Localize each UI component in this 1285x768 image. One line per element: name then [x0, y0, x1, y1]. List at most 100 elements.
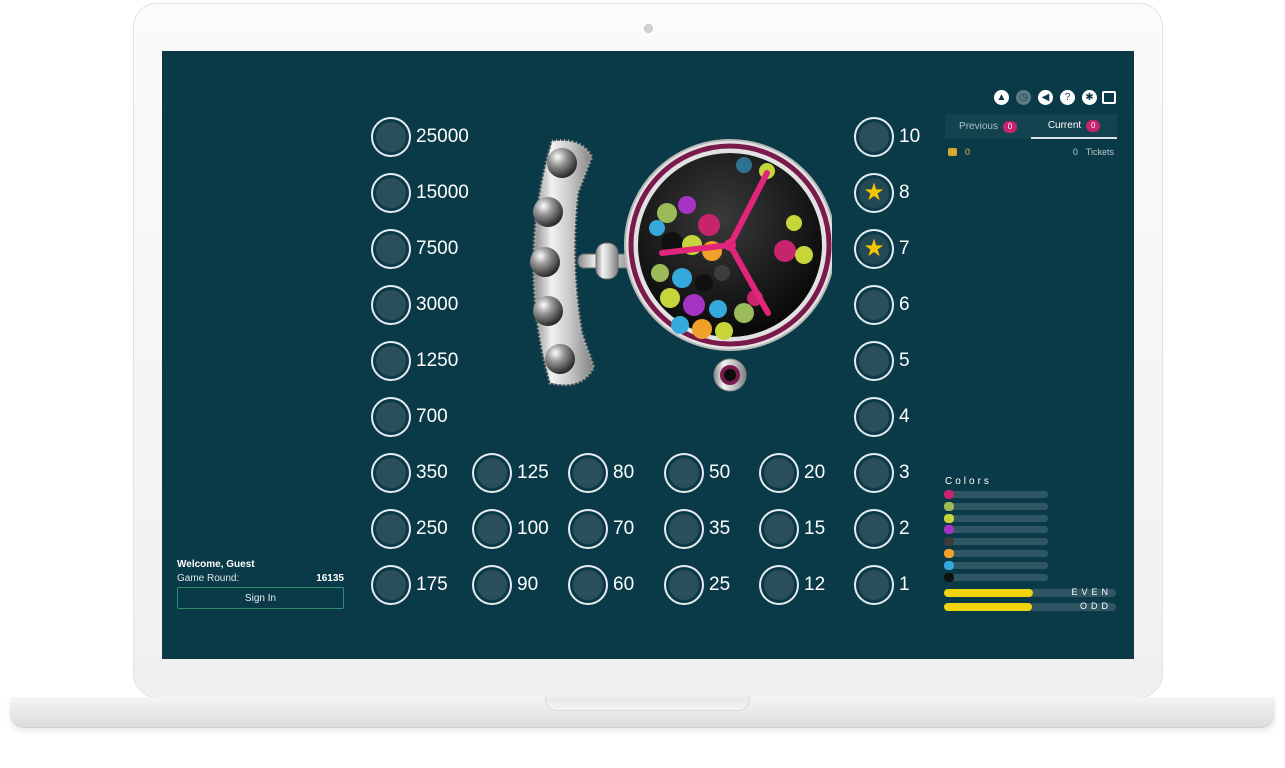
color-swatch: [944, 537, 954, 547]
prize-label: 10: [899, 126, 921, 147]
prize-cell-left-1[interactable]: 15000: [371, 171, 469, 215]
color-stat-row: [944, 560, 1048, 570]
prize-ball-slot[interactable]: [371, 509, 411, 549]
prize-cell-left-4[interactable]: 1250: [371, 339, 458, 383]
prize-ball-slot[interactable]: [759, 565, 799, 605]
prize-cell-grid-0-2[interactable]: 50: [664, 451, 730, 495]
prize-cell-grid-0-1[interactable]: 80: [568, 451, 634, 495]
prize-cell-right-7[interactable]: 2: [854, 507, 910, 551]
prize-ball-slot[interactable]: [371, 397, 411, 437]
prize-cell-grid-1-2[interactable]: 35: [664, 507, 730, 551]
prize-ball-slot[interactable]: [371, 285, 411, 325]
prize-cell-right-2[interactable]: ★ 7: [854, 227, 910, 271]
prize-cell-left-5[interactable]: 700: [371, 395, 448, 439]
current-count-badge: 0: [1086, 119, 1101, 132]
game-round-value: 16135: [316, 573, 344, 584]
prize-cell-right-3[interactable]: 6: [854, 283, 910, 327]
prize-ball-slot[interactable]: [472, 453, 512, 493]
fullscreen-icon[interactable]: [1102, 91, 1116, 104]
star-icon: ★: [863, 179, 885, 206]
odd-bar: ODD: [944, 601, 1116, 611]
prize-ball-slot[interactable]: [371, 117, 411, 157]
prize-cell-left-3[interactable]: 3000: [371, 283, 458, 327]
prize-cell-grid-2-2[interactable]: 25: [664, 563, 730, 607]
camera-icon: [644, 24, 653, 33]
prize-ball-slot[interactable]: [759, 509, 799, 549]
prize-cell-grid-0-3[interactable]: 20: [759, 451, 825, 495]
prize-ball-slot[interactable]: [854, 285, 894, 325]
color-stat-bar: [944, 538, 1048, 546]
color-swatch: [944, 560, 954, 570]
prize-cell-grid-0-0[interactable]: 125: [472, 451, 549, 495]
prize-ball-slot[interactable]: [371, 229, 411, 269]
prize-label: 15000: [416, 182, 469, 203]
prize-ball-slot[interactable]: [664, 509, 704, 549]
sound-icon[interactable]: ◀: [1038, 90, 1053, 105]
prize-ball-slot[interactable]: [854, 341, 894, 381]
prize-cell-grid-2-1[interactable]: 60: [568, 563, 634, 607]
prize-ball-slot[interactable]: [568, 509, 608, 549]
prize-cell-right-6[interactable]: 3: [854, 451, 910, 495]
color-stat-row: [944, 501, 1048, 511]
prize-ball-slot[interactable]: [371, 341, 411, 381]
prize-ball-slot[interactable]: [854, 397, 894, 437]
prize-cell-right-1[interactable]: ★ 8: [854, 171, 910, 215]
color-swatch: [944, 490, 954, 499]
prize-cell-left-7[interactable]: 250: [371, 507, 448, 551]
prize-ball-slot[interactable]: [371, 565, 411, 605]
tab-current[interactable]: Current 0: [1031, 114, 1117, 139]
welcome-text: Welcome, Guest: [177, 559, 255, 570]
prize-cell-grid-1-0[interactable]: 100: [472, 507, 549, 551]
prize-label: 7500: [416, 238, 459, 259]
color-stat-bar: [944, 491, 1048, 498]
odd-bar-fill: [944, 603, 1032, 611]
prize-ball-slot[interactable]: [568, 453, 608, 493]
help-icon[interactable]: ?: [1060, 90, 1075, 105]
color-stat-bar: [944, 561, 1048, 569]
prize-ball-slot[interactable]: [568, 565, 608, 605]
prize-ball-slot[interactable]: [759, 453, 799, 493]
prize-ball-slot[interactable]: [664, 565, 704, 605]
prize-cell-left-6[interactable]: 350: [371, 451, 448, 495]
prize-ball-slot[interactable]: [371, 453, 411, 493]
prize-ball-slot[interactable]: [664, 453, 704, 493]
prize-cell-left-0[interactable]: 25000: [371, 115, 469, 159]
history-icon[interactable]: ◷: [1016, 90, 1031, 105]
coin-balance: 0: [965, 147, 971, 157]
color-swatch: [944, 572, 954, 582]
prize-cell-right-4[interactable]: 5: [854, 339, 910, 383]
prize-label: 25: [709, 574, 731, 595]
prize-cell-left-2[interactable]: 7500: [371, 227, 458, 271]
prize-ball-slot[interactable]: [854, 509, 894, 549]
prize-cell-grid-1-1[interactable]: 70: [568, 507, 634, 551]
prize-label: 125: [517, 462, 549, 483]
upload-icon[interactable]: ▲: [994, 90, 1009, 105]
prize-ball-slot[interactable]: [472, 509, 512, 549]
sign-in-button[interactable]: Sign In: [177, 587, 344, 609]
color-stat-bar: [944, 514, 1048, 522]
tab-previous[interactable]: Previous 0: [945, 114, 1031, 139]
prize-label: 1: [899, 574, 910, 595]
prize-cell-grid-2-3[interactable]: 12: [759, 563, 825, 607]
prize-cell-left-8[interactable]: 175: [371, 563, 448, 607]
color-stat-row: [944, 525, 1048, 535]
prize-ball-slot[interactable]: ★: [854, 173, 894, 213]
prize-ball-slot[interactable]: [854, 565, 894, 605]
prize-cell-grid-1-3[interactable]: 15: [759, 507, 825, 551]
ticket-tabs: Previous 0 Current 0: [945, 114, 1117, 139]
prize-ball-slot[interactable]: [854, 453, 894, 493]
tab-current-label: Current: [1047, 120, 1082, 131]
color-swatch: [944, 501, 954, 511]
lottery-machine: [530, 138, 832, 392]
prize-cell-right-5[interactable]: 4: [854, 395, 910, 439]
prize-cell-right-0[interactable]: 10: [854, 115, 920, 159]
prize-label: 12: [804, 574, 826, 595]
prize-ball-slot[interactable]: [371, 173, 411, 213]
prize-label: 1250: [416, 350, 459, 371]
prize-cell-right-8[interactable]: 1: [854, 563, 910, 607]
prize-ball-slot[interactable]: [472, 565, 512, 605]
prize-cell-grid-2-0[interactable]: 90: [472, 563, 538, 607]
prize-ball-slot[interactable]: [854, 117, 894, 157]
prize-ball-slot[interactable]: ★: [854, 229, 894, 269]
gear-icon[interactable]: ✱: [1082, 90, 1097, 105]
